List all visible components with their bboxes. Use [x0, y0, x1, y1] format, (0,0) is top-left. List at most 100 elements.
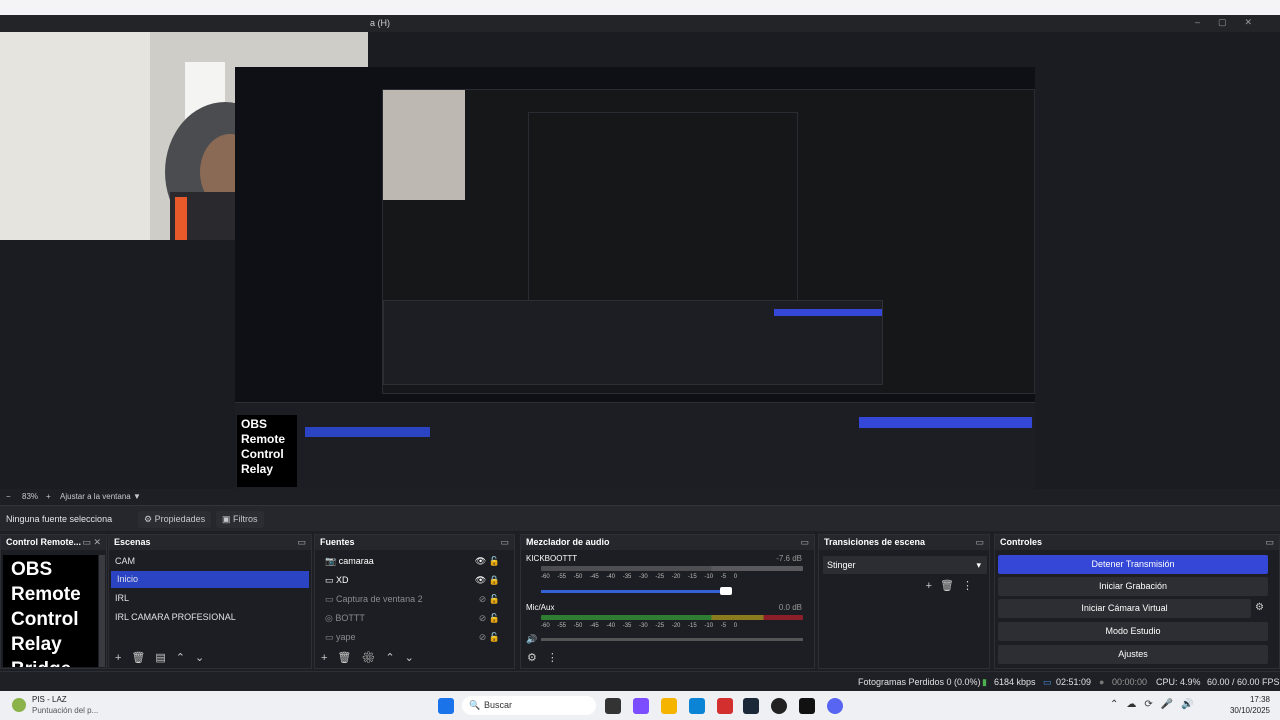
discord-icon[interactable] — [827, 698, 843, 714]
preview-area[interactable]: OBS Remote Control Relay — [0, 32, 1280, 519]
filter-icon: ▣ — [222, 514, 234, 524]
transitions-title: Transiciones de escena — [824, 537, 926, 547]
source-item[interactable]: ▭ XD 👁 🔒 — [319, 572, 504, 589]
fit-window-label[interactable]: Ajustar a la ventana — [60, 492, 131, 501]
source-item[interactable]: ◎ BOTTT ⊘ 🔓 — [319, 610, 504, 627]
zoom-dropdown-icon[interactable]: ▼ — [133, 492, 141, 501]
dock-menu-icon[interactable]: ▭ — [800, 537, 809, 548]
source-item[interactable]: 📷 camaraa 👁 🔓 — [319, 553, 504, 570]
controls-header: Controles ▭ — [995, 535, 1279, 550]
hidden-icon[interactable]: ⊘ 🔓 — [479, 613, 500, 624]
dock-menu-icon[interactable]: ▭ — [500, 537, 509, 548]
sources-toolbar[interactable]: +🗑⚙⌃⌄ — [321, 651, 424, 664]
scenes-dock: Escenas ▭ CAM Inicio IRL IRL CAMARA PROFE… — [108, 534, 312, 669]
obs-remote-logo: OBS Remote Control Relay Bridge — [3, 555, 98, 667]
hidden-icon[interactable]: ⊘ 🔓 — [479, 594, 500, 605]
dock-menu-icon[interactable]: ▭ — [297, 537, 306, 548]
virtual-camera-button[interactable]: Iniciar Cámara Virtual — [998, 599, 1251, 618]
filters-button[interactable]: ▣ Filtros — [216, 511, 264, 528]
dock-close-icon[interactable]: ▭ ✕ — [82, 537, 101, 548]
start-recording-button[interactable]: Iniciar Grabación — [998, 577, 1268, 596]
meter-scale: -60 -55 -50 -45 -40 -35 -30 -25 -20 -15 … — [541, 623, 738, 629]
nested-control-primary — [859, 417, 1032, 428]
mixer-title: Mezclador de audio — [526, 537, 610, 547]
transition-select[interactable]: Stinger ▾ — [823, 556, 987, 574]
logo-line: Bridge — [11, 657, 90, 667]
source-item[interactable]: ▭ yape ⊘ 🔓 — [319, 629, 504, 646]
source-item[interactable]: ▭ Captura de ventana 2 ⊘ 🔓 — [319, 591, 504, 608]
app-icon-m[interactable] — [799, 698, 815, 714]
scenes-toolbar[interactable]: +🗑▤⌃⌄ — [115, 651, 214, 664]
mixer-toolbar[interactable]: ⚙⋮ — [527, 651, 568, 664]
cpu-usage: CPU: 4.9% — [1156, 677, 1201, 687]
remote-scrollbar[interactable] — [99, 555, 105, 667]
remote-dock-title: Control Remote... — [6, 537, 82, 547]
copilot-icon[interactable] — [633, 698, 649, 714]
scenes-header: Escenas ▭ — [109, 535, 311, 550]
window-controls[interactable]: –▢✕ — [1195, 17, 1270, 28]
sources-dock: Fuentes ▭ 📷 camaraa 👁 🔓 ▭ XD 👁 🔒 ▭ Captura … — [314, 534, 515, 669]
visibility-icon[interactable]: 👁 🔒 — [475, 575, 500, 586]
steam-icon[interactable] — [743, 698, 759, 714]
zoom-in-button[interactable]: + — [46, 492, 51, 501]
volume-slider[interactable] — [541, 590, 725, 593]
studio-mode-button[interactable]: Modo Estudio — [998, 622, 1268, 641]
speaker-icon[interactable]: 🔊 — [526, 634, 537, 645]
track-name: Mic/Aux — [526, 603, 555, 612]
gear-icon: ⚙ — [144, 514, 155, 524]
edge-icon[interactable] — [689, 698, 705, 714]
properties-label: Propiedades — [154, 514, 206, 524]
remote-control-dock: Control Remote... ▭ ✕ OBS Remote Control … — [0, 534, 107, 669]
obs-icon[interactable] — [771, 698, 787, 714]
source-label: camaraa — [338, 556, 374, 566]
visibility-icon[interactable]: 👁 🔓 — [475, 556, 500, 567]
nested-docks — [383, 300, 883, 385]
track-meter — [541, 615, 803, 620]
scene-item[interactable]: IRL — [109, 590, 135, 607]
scene-item-selected[interactable]: Inicio — [111, 571, 309, 588]
nested-logo: OBS Remote Control Relay — [237, 415, 297, 487]
transition-toolbar[interactable]: +🗑⋮ — [926, 579, 981, 592]
clock-date: 30/10/2025 — [1229, 706, 1270, 715]
window-titlebar — [0, 0, 1280, 15]
logo-line: Remote — [11, 584, 81, 605]
source-label: XD — [336, 575, 349, 585]
no-source-label: Ninguna fuente selecciona — [6, 514, 113, 524]
volume-handle[interactable] — [720, 587, 732, 595]
track-meter — [541, 566, 803, 571]
transitions-dock: Transiciones de escena ▭ Stinger ▾ +🗑⋮ — [818, 534, 990, 669]
app-icon-red[interactable] — [717, 698, 733, 714]
app-icon[interactable] — [12, 698, 26, 712]
mixer-header: Mezclador de audio ▭ — [521, 535, 814, 550]
zoom-bar: − 83% + Ajustar a la ventana ▼ — [0, 489, 1280, 503]
scenes-title: Escenas — [114, 537, 151, 547]
task-view-icon[interactable] — [605, 698, 621, 714]
taskbar-search[interactable]: 🔍 Buscar — [462, 696, 596, 715]
scene-item[interactable]: IRL CAMARA PROFESIONAL — [109, 609, 242, 626]
help-menu[interactable]: a (H) — [370, 18, 390, 28]
logo-line: Control — [11, 609, 79, 630]
stop-stream-button[interactable]: Detener Transmisión — [998, 555, 1268, 574]
volume-slider[interactable] — [541, 638, 803, 641]
search-icon: 🔍 — [469, 700, 481, 710]
menu-bar: a (H) –▢✕ — [0, 15, 1280, 32]
dock-menu-icon[interactable]: ▭ — [1265, 537, 1274, 548]
chevron-down-icon: ▾ — [976, 560, 981, 570]
scene-item[interactable]: CAM — [109, 553, 141, 570]
dock-menu-icon[interactable]: ▭ — [975, 537, 984, 548]
hidden-icon[interactable]: ⊘ 🔓 — [479, 632, 500, 643]
status-bar: Fotogramas Perdidos 0 (0.0%) ▮ 6184 kbps… — [0, 671, 1280, 691]
record-icon: ● — [1099, 677, 1105, 687]
logo-line: OBS — [11, 559, 53, 580]
properties-button[interactable]: ⚙ Propiedades — [138, 511, 212, 528]
settings-button[interactable]: Ajustes — [998, 645, 1268, 664]
nested-scene-selected — [305, 427, 430, 437]
zoom-out-button[interactable]: − — [6, 492, 11, 501]
system-tray-icons[interactable]: ⌃☁⟳🎤🔊 — [1110, 699, 1202, 710]
windows-start-icon[interactable] — [438, 698, 454, 714]
gear-icon[interactable]: ⚙ — [1255, 602, 1264, 613]
sources-title: Fuentes — [320, 537, 355, 547]
file-explorer-icon[interactable] — [661, 698, 677, 714]
controls-title: Controles — [1000, 537, 1043, 547]
fps: 60.00 / 60.00 FPS — [1207, 677, 1280, 687]
